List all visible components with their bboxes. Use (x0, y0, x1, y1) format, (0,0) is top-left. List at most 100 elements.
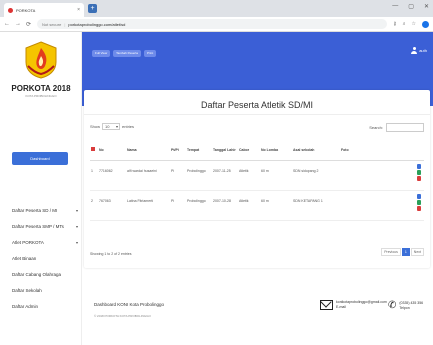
column-header-no[interactable]: No (98, 140, 126, 161)
table-row: 1 7716062 alfi wardai husaeini Pi Probol… (90, 160, 424, 191)
pagination: Previous 1 Next (381, 248, 424, 256)
column-header-actions (416, 140, 424, 161)
phone-icon: ✆ (388, 300, 397, 311)
column-header-ptpi[interactable]: Pt/Pi (170, 140, 186, 161)
chevron-down-icon: ▾ (75, 223, 78, 229)
cell-no-lomba: 60 m (260, 190, 292, 221)
phone-number[interactable]: (0335) 435 356 (399, 301, 423, 306)
cell-no-lomba: 60 m (260, 160, 292, 191)
browser-tabbar: PORKOTA × + — ▢ ✕ (0, 0, 433, 17)
sidebar: PORKOTA 2018 KOTA PROBOLINGGO Dashboard … (0, 32, 82, 345)
not-secure-label: Not secure (42, 21, 62, 27)
delete-button[interactable] (417, 175, 421, 181)
cell-ptpi: Pi (170, 160, 186, 191)
entries-label: entries (122, 124, 135, 129)
header-buttons: Full View Tambah Peserta Print (92, 50, 157, 57)
sidebar-item-admin[interactable]: Daftar Admin (12, 298, 78, 314)
sidebar-item-atlet-binaan[interactable]: Atlet Binaan (12, 250, 78, 266)
column-header-tempat[interactable]: Tempat (186, 140, 212, 161)
close-window-icon[interactable]: ✕ (424, 3, 429, 10)
browser-tools: ⚷ ⌕ ☆ (393, 20, 429, 28)
cell-tanggal: 2007-11-25 (212, 160, 238, 191)
browser-tab[interactable]: PORKOTA × (4, 3, 84, 17)
row-actions (416, 160, 424, 191)
new-tab-button[interactable]: + (88, 4, 97, 13)
edit-button[interactable] (417, 169, 421, 175)
cell-no: 767063 (98, 190, 126, 221)
star-icon[interactable]: ☆ (412, 21, 416, 28)
key-icon[interactable]: ⚷ (393, 21, 397, 28)
column-header-no-lomba[interactable]: No Lomba (260, 140, 292, 161)
cell-asal-sekolah: SDN KETAPANG 1 (292, 190, 340, 221)
tambah-peserta-button[interactable]: Tambah Peserta (113, 50, 141, 57)
sidebar-item-peserta-smp[interactable]: Daftar Peserta SMP / MTs ▾ (12, 218, 78, 234)
sidebar-item-sekolah[interactable]: Daftar Sekolah (12, 282, 78, 298)
reload-icon[interactable]: ⟳ (26, 21, 31, 28)
footer-email: konikotaprobolinggo@gmail.com E-mail (320, 300, 387, 310)
divider (84, 114, 430, 115)
column-header-tanggal[interactable]: Tanggal Lahir (212, 140, 238, 161)
pagination-previous[interactable]: Previous (381, 248, 401, 256)
search-label: Search: (369, 125, 383, 130)
edit-button[interactable] (417, 199, 421, 205)
sidebar-item-label: Atlet Binaan (12, 255, 37, 261)
cell-tanggal: 2007-10-28 (212, 190, 238, 221)
footer-phone: ✆ (0335) 435 356 Telpon (388, 300, 423, 311)
column-header-asal-sekolah[interactable]: Asal sekolah (292, 140, 340, 161)
back-icon[interactable]: ← (4, 21, 10, 27)
cell-foto (340, 160, 416, 191)
entries-select[interactable]: 10 (102, 123, 121, 130)
sidebar-item-label: Daftar Cabang Olahraga (12, 271, 62, 277)
window-controls: — ▢ ✕ (392, 3, 429, 10)
cell-nama: alfi wardai husaeini (126, 160, 170, 191)
url-field[interactable]: Not secure | porkotaprobolinggo.com/atle… (37, 19, 388, 29)
profile-icon[interactable] (422, 20, 429, 28)
minimize-icon[interactable]: — (392, 3, 398, 10)
main-card: Daftar Peserta Atletik SD/MI Show 10 ent… (84, 90, 430, 268)
sidebar-item-label: Daftar Peserta SD / MI (12, 207, 58, 213)
footer: Dashboard KONI Kota Probolinggo © 2018 P… (84, 292, 430, 342)
user-menu[interactable]: auth (411, 47, 427, 54)
cell-cabor: Atletik (238, 190, 260, 221)
dashboard-button[interactable]: Dashboard (12, 152, 68, 165)
column-header-foto[interactable]: Foto (340, 140, 416, 161)
row-actions (416, 190, 424, 221)
sidebar-item-label: Atlet PORKOTA (12, 239, 44, 245)
cell-nama: Latina Fitriamerti (126, 190, 170, 221)
select-all-checkbox[interactable] (90, 140, 98, 161)
cell-cabor: Atletik (238, 160, 260, 191)
chevron-down-icon: ▾ (75, 207, 78, 213)
sidebar-item-peserta-sd[interactable]: Daftar Peserta SD / MI ▾ (12, 202, 78, 218)
email-label: E-mail (336, 305, 346, 309)
sidebar-item-atlet-porkota[interactable]: Atlet PORKOTA ▾ (12, 234, 78, 250)
delete-button[interactable] (417, 205, 421, 211)
view-button[interactable] (417, 193, 421, 199)
participants-table: No Nama Pt/Pi Tempat Tanggal Lahir Cabor… (90, 140, 424, 221)
favicon-icon (8, 7, 13, 13)
view-button[interactable] (417, 163, 421, 169)
cell-no: 7716062 (98, 160, 126, 191)
column-header-nama[interactable]: Nama (126, 140, 170, 161)
url-separator: | (64, 21, 66, 27)
chevron-down-icon: ▾ (75, 239, 78, 245)
sidebar-item-cabang-olahraga[interactable]: Daftar Cabang Olahraga (12, 266, 78, 282)
search-input[interactable] (386, 123, 424, 132)
forward-icon[interactable]: → (15, 21, 21, 27)
brand-subtitle: KOTA PROBOLINGGO (25, 94, 57, 98)
full-view-button[interactable]: Full View (92, 50, 111, 57)
sidebar-menu: Daftar Peserta SD / MI ▾ Daftar Peserta … (12, 202, 78, 314)
sidebar-item-label: Daftar Peserta SMP / MTs (12, 223, 64, 229)
pagination-next[interactable]: Next (410, 248, 424, 256)
print-button[interactable]: Print (143, 50, 157, 57)
sidebar-item-label: Daftar Sekolah (12, 287, 42, 293)
url-text: porkotaprobolinggo.com/atlet/sd (68, 21, 126, 27)
user-icon (411, 47, 418, 54)
pagination-page-1[interactable]: 1 (401, 248, 410, 256)
address-bar: ← → ⟳ Not secure | porkotaprobolinggo.co… (0, 17, 433, 32)
zoom-icon[interactable]: ⌕ (403, 21, 406, 28)
maximize-icon[interactable]: ▢ (408, 3, 414, 10)
porkota-logo (25, 41, 57, 79)
tab-close-icon[interactable]: × (77, 7, 80, 13)
column-header-cabor[interactable]: Cabor (238, 140, 260, 161)
footer-copyright: © 2018 PORKOTA KOTA PROBOLINGGO (94, 314, 151, 318)
